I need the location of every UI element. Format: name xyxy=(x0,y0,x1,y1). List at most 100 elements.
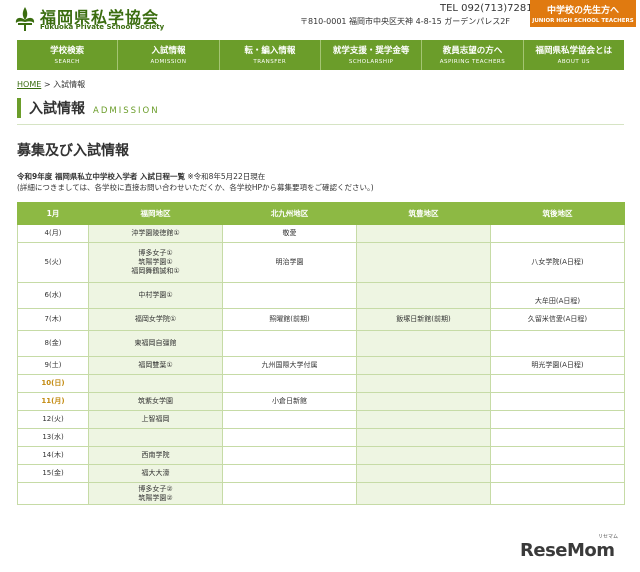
chikugo-cell xyxy=(490,410,625,429)
fukuoka-cell xyxy=(88,428,223,447)
resemom-watermark-logo: ReseMom xyxy=(520,540,615,561)
fukuoka-cell: 福大大濠 xyxy=(88,464,223,483)
chikugo-cell xyxy=(490,330,625,357)
nav-sub: ADMISSION xyxy=(150,59,187,65)
nav-teachers[interactable]: 教員志望の方へ ASPIRING TEACHERS xyxy=(422,40,524,70)
nav-search[interactable]: 学校検索 SEARCH xyxy=(17,40,119,70)
kitakyushu-cell xyxy=(222,410,357,429)
schedule-note: (詳細につきましては、各学校に直接お問い合わせいただくか、各学校HPから募集要項… xyxy=(17,183,374,192)
date-cell: 10(日) xyxy=(17,374,89,393)
date-cell: 13(水) xyxy=(17,428,89,447)
kitakyushu-cell xyxy=(222,464,357,483)
table-row: 4(月) 沖学園陵徳館① 敬愛 xyxy=(17,224,625,243)
schedule-list-title: 令和9年度 福岡県私立中学校入学者 入試日程一覧 ※令和8年5月22日現在 xyxy=(17,171,265,182)
breadcrumb-home-link[interactable]: HOME xyxy=(17,80,41,89)
fukuoka-cell: 博多女子① 筑陽学園① 福岡舞鶴誠和① xyxy=(88,242,223,283)
table-row: 15(金) 福大大濠 xyxy=(17,464,625,483)
site-header: 福岡県私学協会 Fukuoka Private School Society T… xyxy=(0,0,640,38)
nav-label: 転・編入情報 xyxy=(244,46,296,56)
table-row: 6(水) 中村学園① 大牟田(A日程) xyxy=(17,282,625,309)
kitakyushu-cell: 敬愛 xyxy=(222,224,357,243)
nav-about[interactable]: 福岡県私学協会とは ABOUT US xyxy=(524,40,624,70)
table-row: 5(火) 博多女子① 筑陽学園① 福岡舞鶴誠和① 明治学園 八女学院(A日程) xyxy=(17,242,625,283)
table-row: 博多女子② 筑陽学園② xyxy=(17,482,625,505)
chikuho-cell xyxy=(356,374,491,393)
section-title: 募集及び入試情報 xyxy=(17,143,129,159)
breadcrumb: HOME > 入試情報 xyxy=(17,79,85,90)
schedule-body: 4(月) 沖学園陵徳館① 敬愛 5(火) 博多女子① 筑陽学園① 福岡舞鶴誠和① 明治学園… xyxy=(17,224,625,505)
table-row: 9(土) 福岡雙葉① 九州国際大学付属 明光学園(A日程) xyxy=(17,356,625,375)
chikugo-cell xyxy=(490,464,625,483)
kitakyushu-cell: 照曜館(前期) xyxy=(222,308,357,331)
nav-transfer[interactable]: 転・編入情報 TRANSFER xyxy=(220,40,321,70)
table-row: 10(日) xyxy=(17,374,625,393)
chikuho-cell xyxy=(356,356,491,375)
chikugo-cell: 大牟田(A日程) xyxy=(490,282,625,309)
chikugo-cell xyxy=(490,482,625,505)
title-divider xyxy=(17,124,624,125)
breadcrumb-current: 入試情報 xyxy=(53,80,86,89)
nav-sub: ASPIRING TEACHERS xyxy=(439,59,506,65)
nav-sub: ABOUT US xyxy=(557,59,591,65)
table-header-row: 1月 福岡地区 北九州地区 筑豊地区 筑後地区 xyxy=(17,202,625,225)
date-cell: 7(木) xyxy=(17,308,89,331)
date-cell: 5(火) xyxy=(17,242,89,283)
nav-scholarship[interactable]: 就学支援・奨学金等 SCHOLARSHIP xyxy=(321,40,423,70)
kitakyushu-cell: 九州国際大学付属 xyxy=(222,356,357,375)
date-cell: 11(月) xyxy=(17,392,89,411)
chikugo-cell xyxy=(490,374,625,393)
table-row: 14(木) 西南学院 xyxy=(17,446,625,465)
date-cell: 15(金) xyxy=(17,464,89,483)
nav-admission[interactable]: 入試情報 ADMISSION xyxy=(118,40,220,70)
teachers-button[interactable]: 中学校の先生方へ JUNIOR HIGH SCHOOL TEACHERS xyxy=(530,0,636,27)
fukuoka-cell: 上智福岡 xyxy=(88,410,223,429)
fukuoka-cell: 沖学園陵徳館① xyxy=(88,224,223,243)
watermark-sub: リセマム xyxy=(598,534,619,540)
nav-sub: TRANSFER xyxy=(253,59,287,65)
table-row: 11(月) 筑紫女学園 小倉日新館 xyxy=(17,392,625,411)
col-header-fukuoka: 福岡地区 xyxy=(88,202,223,225)
date-cell: 8(金) xyxy=(17,330,89,357)
date-cell: 14(木) xyxy=(17,446,89,465)
nav-label: 福岡県私学協会とは xyxy=(535,46,613,56)
table-row: 12(火) 上智福岡 xyxy=(17,410,625,429)
date-cell: 4(月) xyxy=(17,224,89,243)
chikuho-cell: 飯塚日新館(前期) xyxy=(356,308,491,331)
chikugo-cell xyxy=(490,446,625,465)
fukuoka-cell: 筑紫女学園 xyxy=(88,392,223,411)
fukuoka-cell: 西南学院 xyxy=(88,446,223,465)
teachers-button-sub: JUNIOR HIGH SCHOOL TEACHERS xyxy=(532,18,634,24)
chikuho-cell xyxy=(356,224,491,243)
date-cell: 9(土) xyxy=(17,356,89,375)
address: 〒810-0001 福岡市中央区天神 4-8-15 ガーデンパレス2F xyxy=(300,17,510,26)
fleur-logo-icon[interactable] xyxy=(14,6,36,32)
kitakyushu-cell: 小倉日新館 xyxy=(222,392,357,411)
nav-label: 学校検索 xyxy=(50,46,85,56)
fukuoka-cell: 福岡女学院① xyxy=(88,308,223,331)
col-header-kitakyushu: 北九州地区 xyxy=(222,202,357,225)
page-title-en: ADMISSION xyxy=(93,106,160,116)
date-cell xyxy=(17,482,89,505)
schedule-table: 1月 福岡地区 北九州地区 筑豊地区 筑後地区 4(月) 沖学園陵徳館① 敬愛 5(火… xyxy=(17,202,625,505)
schedule-title-text: 令和9年度 福岡県私立中学校入学者 入試日程一覧 xyxy=(17,172,185,181)
nav-sub: SEARCH xyxy=(54,59,80,65)
col-header-chikuho: 筑豊地区 xyxy=(356,202,491,225)
kitakyushu-cell xyxy=(222,374,357,393)
chikuho-cell xyxy=(356,392,491,411)
table-row: 8(金) 東福岡自彊館 xyxy=(17,330,625,357)
chikuho-cell xyxy=(356,446,491,465)
chikuho-cell xyxy=(356,410,491,429)
fukuoka-cell: 福岡雙葉① xyxy=(88,356,223,375)
nav-label: 就学支援・奨学金等 xyxy=(332,46,410,56)
nav-label: 教員志望の方へ xyxy=(442,46,503,56)
table-row: 13(水) xyxy=(17,428,625,447)
fukuoka-cell: 東福岡自彊館 xyxy=(88,330,223,357)
date-cell: 12(火) xyxy=(17,410,89,429)
chikuho-cell xyxy=(356,330,491,357)
fukuoka-cell: 中村学園① xyxy=(88,282,223,309)
teachers-button-label: 中学校の先生方へ xyxy=(546,6,619,16)
kitakyushu-cell xyxy=(222,330,357,357)
nav-label: 入試情報 xyxy=(151,46,186,56)
chikugo-cell xyxy=(490,392,625,411)
kitakyushu-cell xyxy=(222,282,357,309)
